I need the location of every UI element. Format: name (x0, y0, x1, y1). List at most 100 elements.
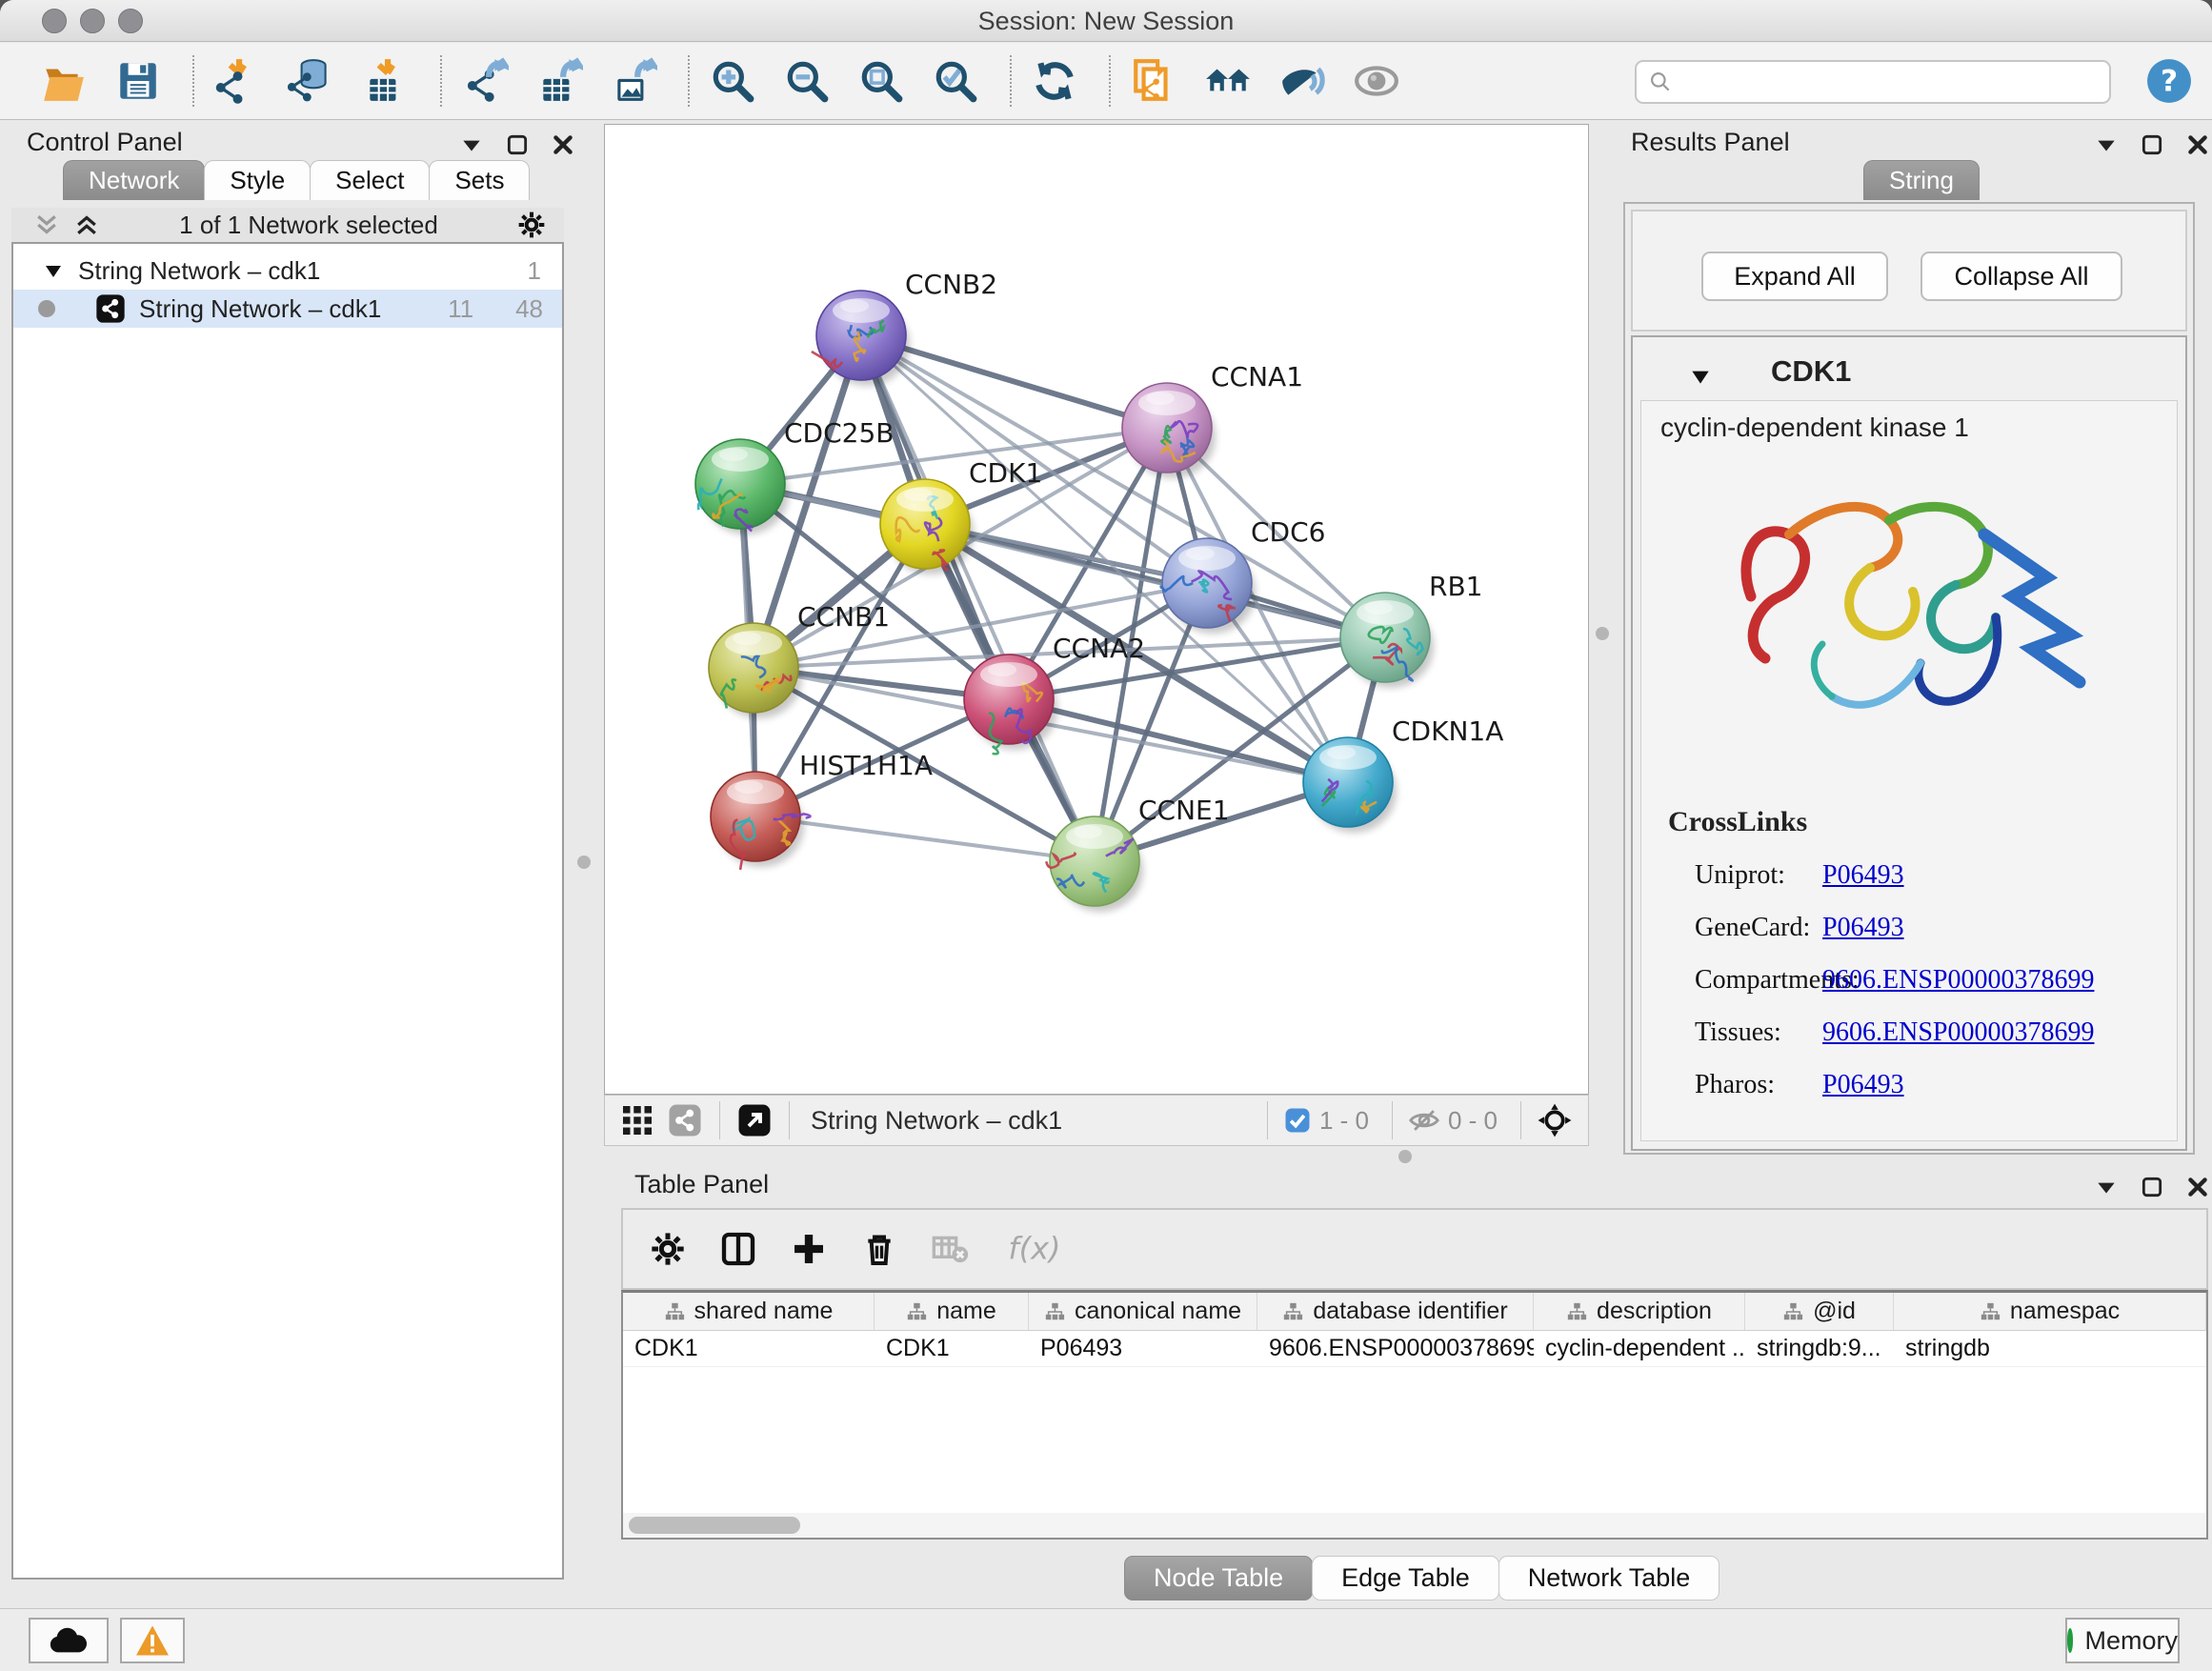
collapse-all-button[interactable]: Collapse All (1920, 252, 2122, 301)
float-window-icon[interactable] (505, 132, 530, 157)
crosslink-link[interactable]: 9606.ENSP00000378699 (1822, 965, 2094, 996)
column-header-canonical-name[interactable]: canonical name (1029, 1293, 1257, 1330)
tab-string[interactable]: String (1863, 160, 1980, 200)
bottom-splitter-handle[interactable] (1398, 1150, 1412, 1163)
function-builder-icon[interactable]: f(x) (998, 1227, 1084, 1271)
table-cell[interactable]: 9606.ENSP00000378699 (1257, 1331, 1534, 1366)
fit-selection-crosshair-icon[interactable] (1537, 1102, 1573, 1138)
table-cell[interactable]: stringdb:9... (1745, 1331, 1894, 1366)
table-horizontal-scrollbar[interactable] (623, 1513, 2206, 1538)
search-field[interactable] (1635, 60, 2111, 104)
edge-CCNB2-CCNE1[interactable] (861, 335, 1095, 861)
collection-expander-icon[interactable] (42, 259, 65, 282)
node-table[interactable]: shared name name canonical name database… (621, 1290, 2208, 1540)
memory-button[interactable]: Memory (2065, 1618, 2180, 1663)
hide-selected-button[interactable] (1277, 54, 1328, 108)
float-menu-icon[interactable] (2094, 132, 2119, 157)
column-header-name[interactable]: name (875, 1293, 1029, 1330)
tab-select[interactable]: Select (310, 160, 430, 200)
tab-edge-table[interactable]: Edge Table (1312, 1556, 1499, 1601)
node-CDK1[interactable] (880, 479, 974, 574)
crosslink-link[interactable]: P06493 (1822, 860, 1904, 891)
close-panel-icon[interactable] (551, 132, 575, 157)
tab-style[interactable]: Style (204, 160, 311, 200)
tab-sets[interactable]: Sets (429, 160, 530, 200)
node-RB1[interactable] (1340, 593, 1434, 688)
node-CCNA1[interactable] (1122, 383, 1216, 478)
import-table-from-file-button[interactable] (360, 54, 412, 108)
import-network-from-database-button[interactable] (286, 54, 337, 108)
node-CDC25B[interactable] (695, 439, 789, 534)
tab-node-table[interactable]: Node Table (1124, 1556, 1313, 1601)
node-CCNB2[interactable] (812, 291, 910, 386)
first-neighbors-button[interactable] (1202, 54, 1254, 108)
node-CDKN1A[interactable] (1303, 737, 1397, 833)
open-session-button[interactable] (38, 54, 90, 108)
node-CCNE1[interactable] (1046, 816, 1143, 912)
crosslink-link[interactable]: 9606.ENSP00000378699 (1822, 1017, 2094, 1048)
export-network-button[interactable] (459, 54, 511, 108)
tab-network[interactable]: Network (63, 160, 205, 200)
scrollbar-thumb[interactable] (629, 1517, 800, 1534)
import-network-from-file-button[interactable] (211, 54, 263, 108)
zoom-in-button[interactable] (707, 54, 758, 108)
column-header-namespac[interactable]: namespac (1894, 1293, 2206, 1330)
table-options-gear-icon[interactable] (646, 1227, 690, 1271)
zoom-out-button[interactable] (781, 54, 833, 108)
close-panel-icon[interactable] (2185, 1175, 2210, 1199)
export-table-button[interactable] (533, 54, 585, 108)
column-header-description[interactable]: description (1534, 1293, 1745, 1330)
float-window-icon[interactable] (2140, 1175, 2164, 1199)
column-header--id[interactable]: @id (1745, 1293, 1894, 1330)
table-cell[interactable]: cyclin-dependent ... (1534, 1331, 1745, 1366)
birdseye-view-icon[interactable] (618, 1101, 656, 1139)
string-style-icon[interactable] (666, 1101, 704, 1139)
network-row[interactable]: String Network – cdk1 11 48 (13, 290, 562, 328)
search-input[interactable] (1682, 67, 2100, 98)
close-panel-icon[interactable] (2185, 132, 2210, 157)
zoom-fit-content-button[interactable] (855, 54, 907, 108)
apply-preferred-layout-button[interactable] (1029, 54, 1080, 108)
table-cell[interactable]: CDK1 (623, 1331, 875, 1366)
string-network-graph[interactable]: CCNB2CCNA1CDC25BCDK1CDC6RB1CCNB1CCNA2CDK… (605, 125, 1588, 1094)
open-in-window-icon[interactable] (735, 1101, 774, 1139)
expand-all-button[interactable]: Expand All (1701, 252, 1888, 301)
node-HIST1H1A[interactable] (711, 772, 810, 870)
selected-checkbox-icon[interactable] (1283, 1106, 1312, 1135)
table-cell[interactable]: CDK1 (875, 1331, 1029, 1366)
zoom-selected-button[interactable] (930, 54, 981, 108)
column-header-database-identifier[interactable]: database identifier (1257, 1293, 1534, 1330)
network-collection-row[interactable]: String Network – cdk1 1 (13, 252, 562, 290)
create-column-icon[interactable] (787, 1227, 831, 1271)
show-all-button[interactable] (1351, 54, 1402, 108)
expand-all-icon[interactable] (72, 211, 101, 239)
crosslink-link[interactable]: P06493 (1822, 1070, 1904, 1100)
tab-network-table[interactable]: Network Table (1498, 1556, 1720, 1601)
entry-expander-icon[interactable] (1688, 364, 1713, 389)
new-network-from-selection-button[interactable] (1128, 54, 1179, 108)
node-CCNA2[interactable] (964, 654, 1057, 754)
cloud-status-button[interactable] (29, 1618, 109, 1663)
float-menu-icon[interactable] (2094, 1175, 2119, 1199)
column-label: name (936, 1298, 996, 1325)
show-columns-icon[interactable] (716, 1227, 760, 1271)
delete-table-icon[interactable] (928, 1227, 972, 1271)
table-cell[interactable]: stringdb (1894, 1331, 2206, 1366)
column-header-shared-name[interactable]: shared name (623, 1293, 875, 1330)
warnings-button[interactable] (120, 1618, 185, 1663)
collapse-all-icon[interactable] (32, 211, 61, 239)
network-canvas[interactable]: CCNB2CCNA1CDC25BCDK1CDC6RB1CCNB1CCNA2CDK… (604, 124, 1589, 1095)
float-window-icon[interactable] (2140, 132, 2164, 157)
table-row[interactable]: CDK1CDK1P064939606.ENSP00000378699cyclin… (623, 1331, 2206, 1367)
crosslink-link[interactable]: P06493 (1822, 913, 1904, 943)
table-cell[interactable]: P06493 (1029, 1331, 1257, 1366)
left-splitter-handle[interactable] (577, 856, 591, 869)
save-session-button[interactable] (112, 54, 164, 108)
float-menu-icon[interactable] (459, 132, 484, 157)
export-image-button[interactable] (608, 54, 659, 108)
edge-HIST1H1A-CCNE1[interactable] (755, 816, 1095, 861)
right-splitter-handle[interactable] (1596, 627, 1609, 640)
network-options-gear-icon[interactable] (516, 210, 547, 240)
delete-column-icon[interactable] (857, 1227, 901, 1271)
help-button[interactable]: ? (2145, 57, 2193, 105)
